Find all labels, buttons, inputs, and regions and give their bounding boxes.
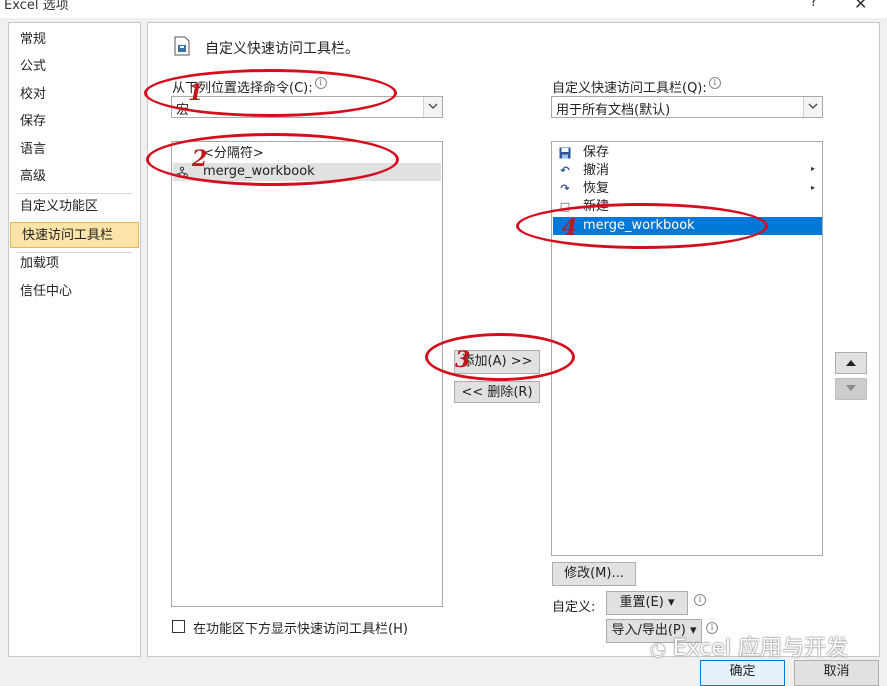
section-title: 自定义快速访问工具栏。: [205, 41, 359, 57]
annotation-oval-2: [146, 133, 399, 186]
annotation-number-4: 4: [562, 215, 578, 241]
watermark-text: Excel 应用与开发: [672, 636, 848, 661]
list-item-label: 恢复: [583, 181, 610, 196]
remove-button[interactable]: << 删除(R): [454, 381, 540, 403]
annotation-number-1: 1: [188, 80, 204, 106]
help-button[interactable]: ?: [810, 0, 817, 10]
nav-item-proofing[interactable]: 校对: [9, 82, 140, 108]
submenu-arrow-icon: ▸: [811, 164, 816, 173]
annotation-oval-4: [516, 203, 768, 249]
customize-qat-label-text: 自定义快速访问工具栏(Q):: [552, 81, 707, 96]
nav-item-customize-ribbon[interactable]: 自定义功能区: [9, 194, 140, 220]
nav-item-quick-access-toolbar[interactable]: 快速访问工具栏: [10, 222, 139, 248]
annotation-number-3: 3: [455, 347, 471, 373]
show-below-ribbon-checkbox[interactable]: [172, 620, 185, 633]
qat-commands-list[interactable]: 保存 ↶ 撤消 ↷ 恢复 □ 新建 merge_workbook ▸ ▸: [551, 141, 823, 556]
list-item-label: 撤消: [583, 163, 610, 178]
list-item[interactable]: ↷ 恢复: [553, 180, 809, 198]
options-nav: 常规 公式 校对 保存 语言 高级 自定义功能区 快速访问工具栏 加载项 信任中…: [8, 22, 141, 657]
undo-icon: ↶: [560, 164, 570, 177]
nav-item-trust-center[interactable]: 信任中心: [9, 279, 140, 305]
nav-item-addins[interactable]: 加载项: [9, 251, 140, 277]
wechat-icon: ◔: [650, 639, 666, 660]
triangle-up-icon: [846, 360, 856, 366]
customize-qat-label: 自定义快速访问工具栏(Q): i: [552, 77, 721, 96]
redo-icon: ↷: [560, 182, 570, 195]
close-button[interactable]: ✕: [854, 0, 867, 13]
annotation-oval-3: [425, 333, 575, 381]
list-item-label: 保存: [583, 145, 610, 160]
show-below-ribbon-label: 在功能区下方显示快速访问工具栏(H): [193, 622, 408, 637]
submenu-arrow-icon: ▸: [811, 183, 816, 192]
nav-item-advanced[interactable]: 高级: [9, 164, 140, 190]
info-icon: i: [708, 77, 721, 89]
modify-button[interactable]: 修改(M)...: [552, 562, 636, 586]
chevron-down-icon[interactable]: [803, 97, 822, 117]
cancel-button[interactable]: 取消: [794, 660, 879, 686]
reset-dropdown-button[interactable]: 重置(E) ▾: [606, 591, 688, 615]
annotation-number-2: 2: [192, 146, 208, 172]
nav-item-general[interactable]: 常规: [9, 27, 140, 53]
nav-item-save[interactable]: 保存: [9, 109, 140, 135]
window-title: Excel 选项: [4, 0, 69, 13]
customize-label: 自定义:: [552, 600, 596, 615]
info-icon: i: [692, 594, 706, 609]
watermark: ◔ Excel 应用与开发: [650, 630, 848, 662]
available-commands-list[interactable]: <分隔符> merge_workbook: [171, 141, 443, 607]
nav-item-formulas[interactable]: 公式: [9, 54, 140, 80]
annotation-oval-1: [144, 69, 397, 117]
chevron-down-icon[interactable]: [423, 97, 442, 117]
triangle-down-icon: [846, 385, 856, 391]
customize-qat-value: 用于所有文档(默认): [556, 103, 671, 118]
list-item[interactable]: 保存: [553, 144, 809, 162]
ok-button[interactable]: 确定: [700, 660, 785, 686]
save-icon: [559, 147, 571, 159]
title-bar: [0, 0, 887, 18]
move-down-button[interactable]: [835, 378, 867, 400]
nav-item-language[interactable]: 语言: [9, 137, 140, 163]
move-up-button[interactable]: [835, 352, 867, 374]
quick-access-toolbar-icon: [174, 36, 190, 56]
list-item[interactable]: ↶ 撤消: [553, 162, 809, 180]
customize-qat-dropdown[interactable]: 用于所有文档(默认): [551, 96, 823, 118]
